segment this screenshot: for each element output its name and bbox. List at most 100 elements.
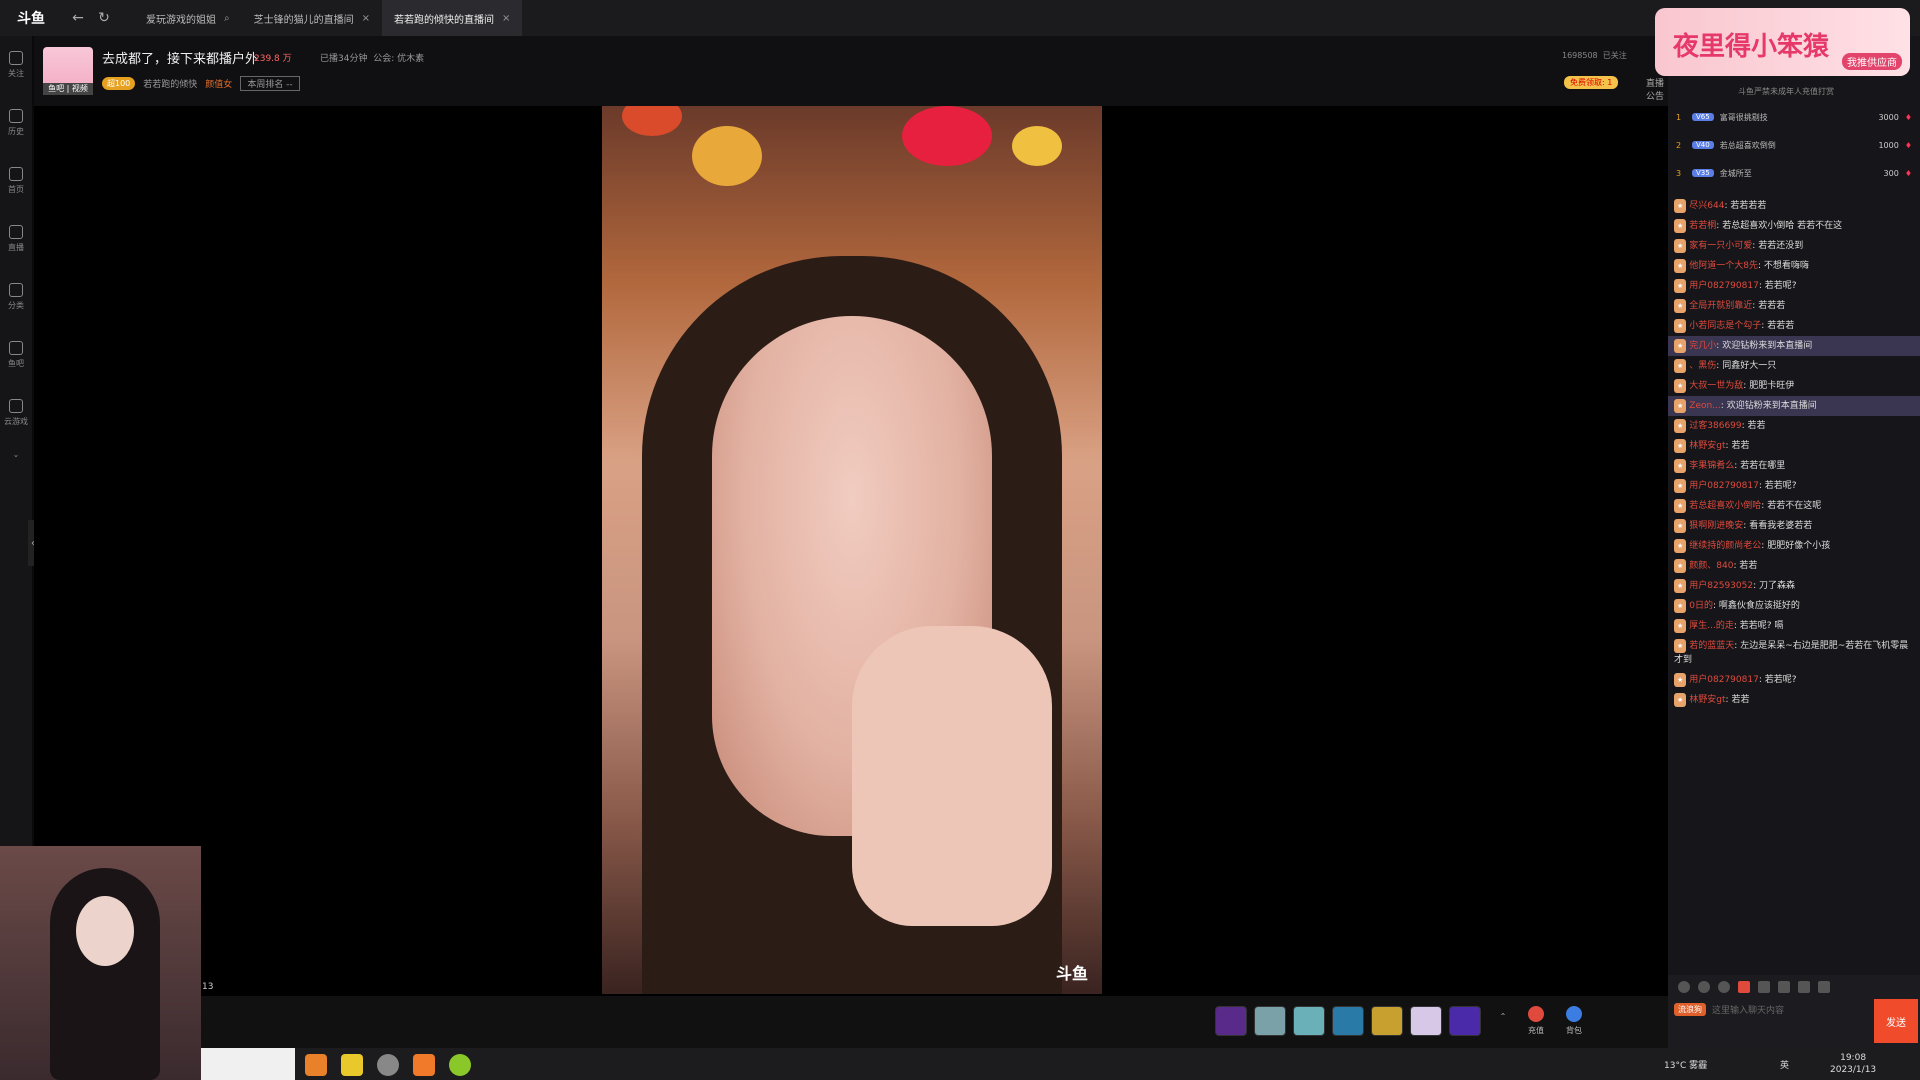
taskbar-app-icon[interactable]	[413, 1054, 435, 1076]
chat-message[interactable]: ★ 小若同志是个勾子: 若若若	[1668, 316, 1920, 336]
chat-user-name[interactable]: 全局开就别靠近	[1689, 301, 1752, 311]
free-gift-button[interactable]: 免费领取: 1	[1564, 76, 1619, 89]
refresh-icon[interactable]: ↻	[94, 8, 114, 28]
category-tag[interactable]: 颜值女	[205, 77, 232, 90]
follow-button[interactable]: 已关注	[1603, 51, 1627, 60]
gift-item[interactable]	[1254, 1006, 1286, 1036]
chat-user-name[interactable]: 林野安gt	[1689, 441, 1725, 451]
chat-message[interactable]: ★ 家有一只小可爱: 若若还没到	[1668, 236, 1920, 256]
chat-message[interactable]: ★ 大叔一世为敌: 肥肥卡旺伊	[1668, 376, 1920, 396]
chat-message[interactable]: ★ 颜颜、840: 若若	[1668, 556, 1920, 576]
chat-user-name[interactable]: 他阿道一个大8先	[1689, 261, 1758, 271]
chat-user-name[interactable]: 用户082790817	[1689, 281, 1759, 291]
fans-icon[interactable]	[1738, 981, 1750, 993]
notice-button[interactable]: 直播公告	[1646, 76, 1668, 102]
chat-message[interactable]: ★ 李果锦肴么: 若若在哪里	[1668, 456, 1920, 476]
chat-message[interactable]: ★ 林野安gt: 若若	[1668, 436, 1920, 456]
gift-item[interactable]	[1410, 1006, 1442, 1036]
close-icon[interactable]: ×	[502, 13, 510, 24]
chat-user-name[interactable]: 厚生...的走	[1689, 621, 1734, 631]
chat-message[interactable]: ★ 若总超喜欢小倒哈: 若若不在这呢	[1668, 496, 1920, 516]
tab-1[interactable]: 爱玩游戏的姐姐 ⌕	[134, 0, 242, 36]
speaker-icon[interactable]	[1698, 981, 1710, 993]
taskbar-thumbnail[interactable]	[201, 1048, 295, 1080]
pinned-banner[interactable]: 夜里得小笨猿 我推供应商	[1655, 8, 1910, 76]
chat-user-name[interactable]: 继续持的颜尚老公	[1689, 541, 1761, 551]
anchor-avatar[interactable]: 鱼吧 | 视频	[43, 47, 93, 95]
chevron-down-icon[interactable]: ⌄	[0, 442, 32, 466]
weather[interactable]: 13°C 雾霾	[1664, 1058, 1707, 1071]
fan-badge[interactable]: 超100	[102, 77, 136, 90]
recharge-button[interactable]: 充值	[1519, 1006, 1553, 1036]
chat-message[interactable]: ★ 用户82593052: 刀了森森	[1668, 576, 1920, 596]
chat-message[interactable]: ★ 全局开就别靠近: 若若若	[1668, 296, 1920, 316]
gift-icon[interactable]	[1718, 981, 1730, 993]
chat-message[interactable]: ★ 若若桐: 若总超喜欢小倒哈 若若不在这	[1668, 216, 1920, 236]
chat-message[interactable]: ★ 林野安gt: 若若	[1668, 690, 1920, 710]
emoji-icon[interactable]	[1678, 981, 1690, 993]
clock[interactable]: 19:08 2023/1/13	[1830, 1052, 1876, 1076]
search-icon[interactable]: ⌕	[224, 13, 230, 24]
chat-message[interactable]: ★ 他阿道一个大8先: 不想看嗨嗨	[1668, 256, 1920, 276]
chat-message[interactable]: ★ 狠啊刚进晚安: 看看我老婆若若	[1668, 516, 1920, 536]
chat-message[interactable]: ★ 继续持的颜尚老公: 肥肥好像个小孩	[1668, 536, 1920, 556]
tab-2[interactable]: 芝士锋的猫儿的直播间 ×	[242, 0, 382, 36]
chat-user-name[interactable]: Zeon...	[1689, 401, 1721, 411]
chat-user-name[interactable]: 若若桐	[1689, 221, 1716, 231]
chat-message[interactable]: ★ 用户082790817: 若若呢?	[1668, 476, 1920, 496]
rank-label[interactable]: 本周排名 --	[240, 76, 300, 91]
ime-indicator[interactable]: 英	[1780, 1058, 1789, 1071]
grid-icon[interactable]	[1798, 981, 1810, 993]
grid-icon[interactable]	[1818, 981, 1830, 993]
gift-item[interactable]	[1449, 1006, 1481, 1036]
taskbar-app-icon[interactable]	[377, 1054, 399, 1076]
gift-item[interactable]	[1215, 1006, 1247, 1036]
gift-item[interactable]	[1332, 1006, 1364, 1036]
chat-message[interactable]: ★ 尽兴644: 若若若若	[1668, 196, 1920, 216]
chat-message[interactable]: ★ 、黑伤: 同鑫好大一只	[1668, 356, 1920, 376]
chat-user-name[interactable]: 完几小	[1689, 341, 1716, 351]
chat-user-name[interactable]: 过客386699	[1689, 421, 1741, 431]
rank-row[interactable]: 2 V40 若总超喜欢倒倒 1000 ♦	[1676, 132, 1912, 158]
chat-user-name[interactable]: 用户082790817	[1689, 675, 1759, 685]
chat-message[interactable]: ★ 完几小: 欢迎钻粉来到本直播间	[1668, 336, 1920, 356]
gift-item[interactable]	[1371, 1006, 1403, 1036]
sidebar-item-category[interactable]: 分类	[0, 268, 32, 326]
chat-user-name[interactable]: 林野安gt	[1689, 695, 1725, 705]
sidebar-item-live[interactable]: 直播	[0, 210, 32, 268]
grid-icon[interactable]	[1778, 981, 1790, 993]
chat-user-name[interactable]: 若总超喜欢小倒哈	[1689, 501, 1761, 511]
chat-user-name[interactable]: 0日的	[1689, 601, 1713, 611]
chat-message[interactable]: ★ 若的蓝蓝天: 左边是呆呆~右边是肥肥~若若在飞机零晨才到	[1668, 636, 1920, 670]
chat-input[interactable]: 这里输入聊天内容	[1712, 1003, 1784, 1016]
chat-message[interactable]: ★ 厚生...的走: 若若呢? 嗝	[1668, 616, 1920, 636]
taskbar-app-icon[interactable]	[305, 1054, 327, 1076]
live-video[interactable]: 斗鱼	[602, 106, 1102, 994]
chat-user-name[interactable]: 狠啊刚进晚安	[1689, 521, 1743, 531]
douyu-logo[interactable]: 斗鱼	[0, 0, 62, 36]
chat-user-name[interactable]: 若的蓝蓝天	[1689, 641, 1734, 651]
chat-user-name[interactable]: 大叔一世为敌	[1689, 381, 1743, 391]
sidebar-item-cloud-game[interactable]: 云游戏	[0, 384, 32, 442]
chat-message[interactable]: ★ Zeon...: 欢迎钻粉来到本直播间	[1668, 396, 1920, 416]
taskbar-app-icon[interactable]	[449, 1054, 471, 1076]
anchor-name[interactable]: 若若跑的倾快	[143, 77, 197, 90]
close-icon[interactable]: ×	[362, 13, 370, 24]
tab-3[interactable]: 若若跑的倾快的直播间 ×	[382, 0, 523, 36]
back-icon[interactable]: ←	[68, 8, 88, 28]
sidebar-item-follow[interactable]: 关注	[0, 36, 32, 94]
rank-row[interactable]: 3 V35 金城所至 300 ♦	[1676, 160, 1912, 186]
rank-row[interactable]: 1 V65 富哥很挑剔技 3000 ♦	[1676, 104, 1912, 130]
send-button[interactable]: 发送	[1874, 999, 1918, 1043]
sidebar-item-fishbar[interactable]: 鱼吧	[0, 326, 32, 384]
sidebar-item-home[interactable]: 首页	[0, 152, 32, 210]
chat-user-name[interactable]: 、黑伤	[1689, 361, 1716, 371]
sidebar-item-history[interactable]: 历史	[0, 94, 32, 152]
chat-user-name[interactable]: 小若同志是个勾子	[1689, 321, 1761, 331]
chat-message[interactable]: ★ 0日的: 啊鑫伙食应该挺好的	[1668, 596, 1920, 616]
chat-message[interactable]: ★ 过客386699: 若若	[1668, 416, 1920, 436]
chat-user-name[interactable]: 家有一只小可爱	[1689, 241, 1752, 251]
chat-user-name[interactable]: 用户82593052	[1689, 581, 1753, 591]
taskbar-app-icon[interactable]	[341, 1054, 363, 1076]
gift-item[interactable]	[1293, 1006, 1325, 1036]
